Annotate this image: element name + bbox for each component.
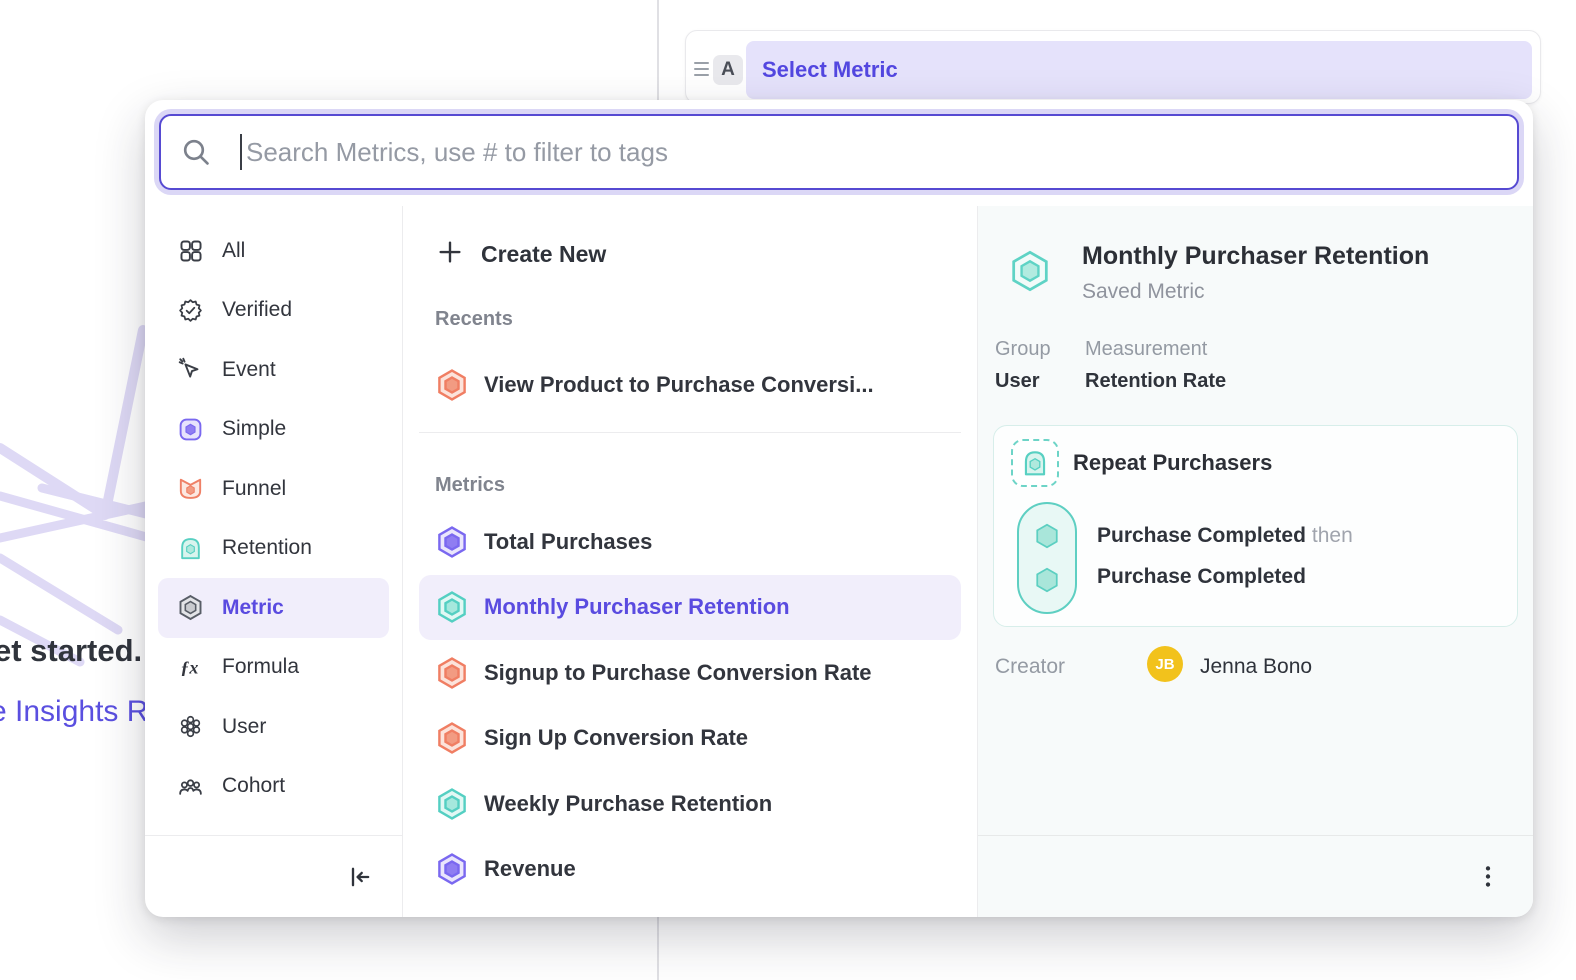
verified-badge-icon	[177, 297, 204, 324]
create-new-button[interactable]: Create New	[419, 222, 961, 286]
sidebar-item-event[interactable]: Event	[158, 340, 389, 400]
metric-list-column: Create New Recents View Product to Purch…	[403, 206, 978, 917]
metric-item-monthly-purchaser-retention[interactable]: Monthly Purchaser Retention	[419, 575, 961, 641]
cohort-people-icon	[177, 773, 204, 800]
funnel-icon	[177, 475, 204, 502]
measurement-label: Measurement	[1085, 338, 1207, 361]
search-icon	[180, 136, 212, 168]
sidebar-item-metric[interactable]: Metric	[158, 578, 389, 638]
metric-hexagon-icon	[435, 656, 469, 690]
metric-hexagon-icon	[177, 594, 204, 621]
recent-item-view-product-to-purchase[interactable]: View Product to Purchase Conversi...	[419, 353, 961, 417]
step-hexagon-icon	[1032, 565, 1062, 595]
sidebar-item-retention[interactable]: Retention	[158, 519, 389, 579]
sidebar-item-funnel[interactable]: Funnel	[158, 459, 389, 519]
definition-step-1: Purchase Completedthen	[1097, 524, 1353, 548]
metric-item-total-purchases[interactable]: Total Purchases	[419, 509, 961, 575]
creator-label: Creator	[995, 655, 1065, 679]
group-value: User	[995, 370, 1039, 393]
collapse-sidebar-icon[interactable]	[346, 863, 374, 891]
user-cluster-icon	[177, 713, 204, 740]
step-hexagon-icon	[1032, 521, 1062, 551]
metric-block-badge: A	[713, 55, 743, 85]
grid-icon	[177, 237, 204, 264]
measurement-value: Retention Rate	[1085, 370, 1226, 393]
sidebar-item-simple[interactable]: Simple	[158, 400, 389, 460]
search-bar[interactable]	[159, 114, 1519, 190]
sidebar-item-cohort[interactable]: Cohort	[158, 757, 389, 817]
metric-item-signup-to-purchase-conversion-rate[interactable]: Signup to Purchase Conversion Rate	[419, 640, 961, 706]
app-background: et started. e Insights Re A Select Metri…	[0, 0, 1576, 980]
metric-block-card: A Select Metric	[685, 30, 1541, 104]
metric-hexagon-icon	[435, 787, 469, 821]
plus-icon	[435, 237, 465, 272]
overflow-menu-icon[interactable]	[1475, 863, 1501, 891]
select-metric-pill[interactable]: Select Metric	[746, 41, 1532, 99]
detail-footer	[978, 835, 1533, 917]
sidebar-item-all[interactable]: All	[158, 221, 389, 281]
detail-title: Monthly Purchaser Retention	[1082, 242, 1429, 271]
drag-handle-icon[interactable]	[694, 62, 710, 76]
sidebar-item-user[interactable]: User	[158, 697, 389, 757]
sidebar-item-verified[interactable]: Verified	[158, 281, 389, 341]
background-headline-fragment: et started.	[0, 633, 142, 669]
metric-detail-panel: Monthly Purchaser Retention Saved Metric…	[978, 206, 1533, 917]
retention-arch-icon	[177, 535, 204, 562]
sidebar-item-formula[interactable]: ƒx Formula	[158, 638, 389, 698]
metric-list: Total Purchases Monthly Purchaser Retent…	[403, 509, 977, 902]
creator-name: Jenna Bono	[1200, 655, 1312, 679]
metric-picker-modal: All Verified	[145, 100, 1533, 917]
definition-name: Repeat Purchasers	[1073, 450, 1272, 476]
metric-item-sign-up-conversion-rate[interactable]: Sign Up Conversion Rate	[419, 706, 961, 772]
detail-subtitle: Saved Metric	[1082, 280, 1205, 304]
modal-content: All Verified	[145, 206, 1533, 917]
recents-section-header: Recents	[419, 299, 961, 339]
select-metric-label: Select Metric	[762, 57, 898, 83]
metric-hexagon-icon	[435, 525, 469, 559]
saved-metric-hexagon-icon	[1008, 249, 1052, 298]
section-divider	[419, 432, 961, 433]
retention-steps-capsule	[1017, 502, 1077, 614]
group-label: Group	[995, 338, 1051, 361]
metric-item-revenue[interactable]: Revenue	[419, 837, 961, 903]
background-insights-link[interactable]: e Insights Re	[0, 695, 165, 729]
cursor-click-icon	[177, 356, 204, 383]
definition-step-2: Purchase Completed	[1097, 565, 1312, 589]
creator-avatar: JB	[1147, 646, 1183, 682]
metric-hexagon-icon	[435, 590, 469, 624]
sidebar-footer	[145, 835, 402, 917]
retention-definition-icon	[1011, 439, 1059, 487]
search-input[interactable]	[242, 116, 1517, 188]
metric-hexagon-icon	[435, 852, 469, 886]
metric-hexagon-icon	[435, 721, 469, 755]
formula-fx-icon: ƒx	[177, 654, 204, 681]
svg-text:ƒx: ƒx	[180, 657, 198, 677]
funnel-metric-hexagon-icon	[435, 368, 469, 402]
metrics-section-header: Metrics	[419, 465, 961, 505]
filter-sidebar: All Verified	[145, 206, 403, 917]
metric-definition-card: Repeat Purchasers Purchase Completedthen	[993, 425, 1518, 627]
metric-item-weekly-purchase-retention[interactable]: Weekly Purchase Retention	[419, 771, 961, 837]
simple-metric-icon	[177, 416, 204, 443]
